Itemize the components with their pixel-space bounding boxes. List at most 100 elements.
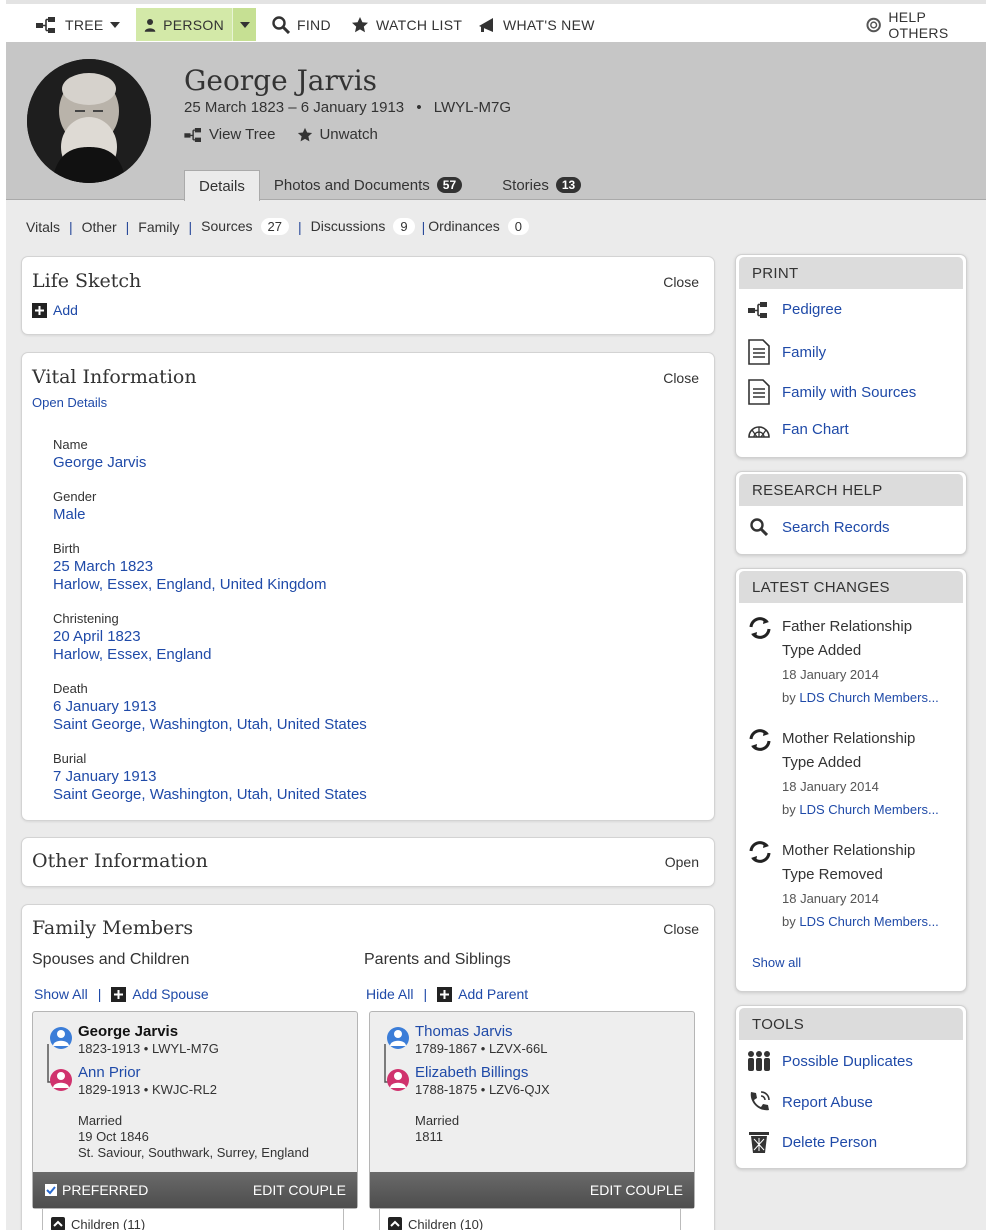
life-sketch-add[interactable]: Add	[32, 302, 78, 318]
tools-panel: TOOLS Possible Duplicates Report Abuse D…	[735, 1005, 967, 1169]
edit-couple-button[interactable]: EDIT COUPLE	[253, 1182, 346, 1198]
father-info: 1789-1867 • LZVX-66L	[415, 1041, 548, 1056]
subnav-sources[interactable]: Sources 27	[201, 218, 289, 235]
nav-find[interactable]: FIND	[272, 8, 331, 41]
people-icon	[748, 1051, 770, 1071]
married-label: Married	[415, 1113, 460, 1128]
tab-stories[interactable]: Stories 13	[488, 170, 595, 200]
christening-label: Christening	[53, 611, 119, 626]
nav-tree[interactable]: TREE	[36, 8, 104, 41]
christening-place[interactable]: Harlow, Essex, England	[53, 646, 211, 664]
nav-tree-label: TREE	[65, 16, 104, 33]
subnav-other[interactable]: Other	[82, 219, 117, 235]
family-members-title: Family Members	[32, 917, 194, 939]
print-family-sources-label: Family with Sources	[782, 383, 917, 401]
birth-date[interactable]: 25 March 1823	[53, 558, 153, 576]
female-icon	[387, 1069, 388, 1070]
open-details-link[interactable]: Open Details	[32, 395, 107, 410]
other-info-open[interactable]: Open	[665, 854, 699, 870]
pedigree-icon	[748, 301, 767, 318]
person-links: View Tree Unwatch	[184, 126, 378, 143]
refresh-icon	[749, 729, 771, 751]
change-title: Mother Relationship Type Added	[782, 727, 962, 775]
search-records-label: Search Records	[782, 518, 890, 536]
gender-label: Gender	[53, 489, 97, 504]
nav-person[interactable]: PERSON	[136, 8, 232, 41]
subnav-ordinances[interactable]: Ordinances 0	[428, 218, 530, 235]
burial-label: Burial	[53, 751, 87, 766]
add-parent-label: Add Parent	[458, 986, 529, 1002]
subnav-discussions[interactable]: Discussions 9	[311, 218, 415, 235]
life-sketch-close[interactable]: Close	[663, 274, 699, 290]
nav-help-others[interactable]: HELP OTHERS	[866, 8, 986, 41]
plus-icon	[111, 986, 127, 1002]
change-title-line2: Type Added	[782, 754, 862, 771]
print-panel: PRINT Pedigree Family Family with Source…	[735, 254, 967, 458]
death-date[interactable]: 6 January 1913	[53, 698, 156, 716]
tree-dropdown[interactable]	[110, 8, 124, 41]
print-family-label: Family	[782, 343, 827, 361]
gender-value[interactable]: Male	[53, 506, 86, 524]
chevron-up-icon	[51, 1217, 65, 1230]
mother-name[interactable]: Elizabeth Billings	[415, 1064, 528, 1081]
add-parent-button[interactable]: Add Parent	[437, 986, 528, 1002]
nav-watch-list[interactable]: WATCH LIST	[351, 8, 462, 41]
vital-info-card: Vital Information Close Open Details Nam…	[21, 352, 715, 821]
change-title: Father Relationship Type Added	[782, 615, 962, 663]
vital-info-close[interactable]: Close	[663, 370, 699, 386]
possible-duplicates-link[interactable]: Possible Duplicates	[746, 1050, 913, 1072]
print-family-sources[interactable]: Family with Sources	[746, 379, 916, 405]
father-name[interactable]: Thomas Jarvis	[415, 1023, 513, 1040]
change-date: 18 January 2014	[782, 779, 879, 794]
person-dates: 25 March 1823 – 6 January 1913 • LWYL-M7…	[184, 99, 511, 116]
birth-label: Birth	[53, 541, 80, 556]
add-spouse-button[interactable]: Add Spouse	[111, 986, 209, 1002]
tab-photos-documents[interactable]: Photos and Documents 57	[260, 170, 476, 200]
couple-footer: EDIT COUPLE	[370, 1172, 694, 1208]
hide-all-link[interactable]: Hide All	[366, 986, 413, 1002]
children-toggle[interactable]: Children (10)	[379, 1209, 681, 1230]
family-members-card: Family Members Close Spouses and Childre…	[21, 904, 715, 1230]
preferred-label: PREFERRED	[62, 1182, 149, 1198]
tab-details[interactable]: Details	[184, 170, 260, 201]
subnav-family[interactable]: Family	[138, 219, 179, 235]
print-family[interactable]: Family	[746, 339, 826, 365]
person-dropdown[interactable]	[232, 8, 256, 41]
delete-person-link[interactable]: Delete Person	[746, 1130, 877, 1154]
family-members-close[interactable]: Close	[663, 921, 699, 937]
change-title-line1: Father Relationship	[782, 618, 913, 635]
report-abuse-link[interactable]: Report Abuse	[746, 1090, 873, 1114]
burial-place[interactable]: Saint George, Washington, Utah, United S…	[53, 786, 367, 804]
trash-icon	[749, 1132, 769, 1153]
children-label: Children (11)	[71, 1216, 146, 1230]
mother-info: 1788-1875 • LZV6-QJX	[415, 1082, 550, 1097]
change-contributor-link[interactable]: LDS Church Members...	[799, 914, 938, 929]
change-by: by LDS Church Members...	[782, 690, 939, 705]
nav-whats-new[interactable]: WHAT'S NEW	[478, 8, 595, 41]
show-all-changes-link[interactable]: Show all	[752, 955, 801, 970]
print-pedigree[interactable]: Pedigree	[746, 301, 842, 318]
edit-couple-button[interactable]: EDIT COUPLE	[590, 1182, 683, 1198]
wife-name[interactable]: Ann Prior	[78, 1064, 141, 1081]
search-records-link[interactable]: Search Records	[746, 518, 890, 536]
preferred-checkbox[interactable]: PREFERRED	[45, 1182, 148, 1198]
show-all-link[interactable]: Show All	[34, 986, 88, 1002]
portrait-photo[interactable]	[27, 59, 151, 183]
person-id: LWYL-M7G	[433, 99, 511, 116]
tab-details-label: Details	[199, 177, 245, 195]
subnav-vitals[interactable]: Vitals	[26, 219, 60, 235]
name-value[interactable]: George Jarvis	[53, 454, 146, 472]
delete-person-label: Delete Person	[782, 1133, 878, 1151]
sources-count-badge: 27	[260, 218, 289, 235]
children-toggle[interactable]: Children (11)	[42, 1209, 344, 1230]
unwatch-link[interactable]: Unwatch	[297, 126, 378, 143]
change-contributor-link[interactable]: LDS Church Members...	[799, 690, 938, 705]
burial-date[interactable]: 7 January 1913	[53, 768, 156, 786]
christening-date[interactable]: 20 April 1823	[53, 628, 141, 646]
death-place[interactable]: Saint George, Washington, Utah, United S…	[53, 716, 367, 734]
view-tree-link[interactable]: View Tree	[184, 126, 275, 143]
print-fan-chart[interactable]: Fan Chart	[746, 421, 849, 438]
change-date: 18 January 2014	[782, 891, 879, 906]
change-contributor-link[interactable]: LDS Church Members...	[799, 802, 938, 817]
birth-place[interactable]: Harlow, Essex, England, United Kingdom	[53, 576, 326, 594]
